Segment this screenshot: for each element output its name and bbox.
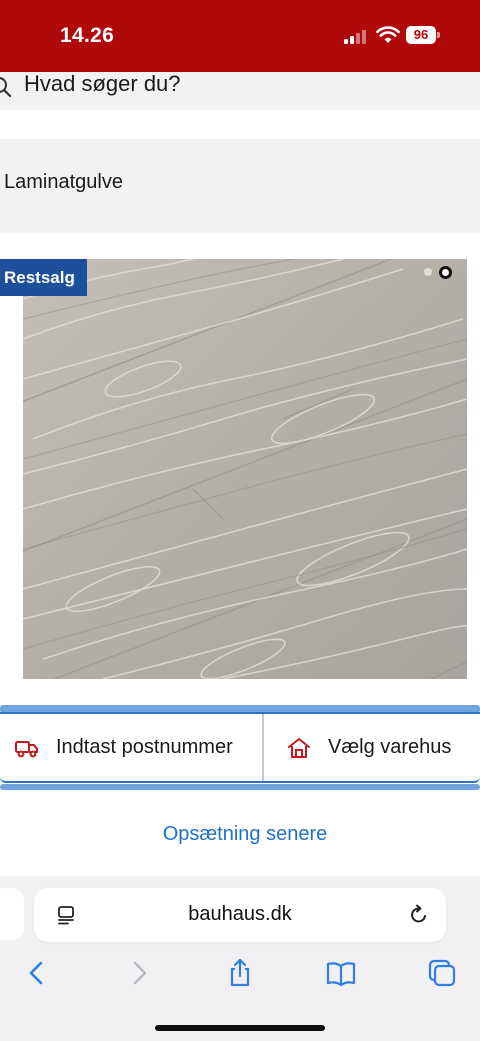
sale-badge: Restsalg bbox=[0, 259, 87, 296]
carousel-dot-1[interactable] bbox=[424, 268, 432, 276]
choose-store-button[interactable]: Vælg varehus bbox=[286, 714, 451, 781]
status-bar: 14.26 96 bbox=[0, 0, 480, 72]
bookmarks-icon[interactable] bbox=[326, 958, 356, 988]
setup-later-link[interactable]: Opsætning senere bbox=[0, 823, 480, 846]
home-indicator[interactable] bbox=[155, 1025, 325, 1031]
options-divider bbox=[262, 714, 264, 781]
delivery-options: Indtast postnummer Vælg varehus bbox=[0, 712, 480, 783]
category-label: Laminatgulve bbox=[4, 171, 123, 193]
back-icon[interactable] bbox=[22, 958, 52, 988]
store-icon bbox=[288, 737, 310, 758]
laminate-floor-photo bbox=[23, 259, 467, 679]
enter-zip-label: Indtast postnummer bbox=[56, 736, 233, 758]
wifi-icon bbox=[376, 26, 400, 43]
product-image[interactable] bbox=[23, 259, 467, 679]
battery-tip bbox=[437, 32, 440, 38]
options-bottom-border bbox=[0, 784, 480, 790]
battery-icon: 96 bbox=[406, 26, 436, 44]
carousel-dot-2-active[interactable] bbox=[439, 266, 452, 279]
share-icon[interactable] bbox=[225, 958, 255, 988]
truck-icon bbox=[15, 740, 38, 757]
address-bar[interactable]: bauhaus.dk bbox=[34, 888, 446, 942]
choose-store-label: Vælg varehus bbox=[328, 736, 452, 758]
search-bar[interactable]: Hvad søger du? bbox=[0, 72, 480, 110]
tabs-icon[interactable] bbox=[427, 958, 457, 988]
forward-icon[interactable] bbox=[124, 958, 154, 988]
previous-tab-preview[interactable] bbox=[0, 888, 24, 940]
enter-zip-button[interactable]: Indtast postnummer bbox=[14, 714, 233, 781]
cellular-signal-icon bbox=[344, 28, 370, 44]
browser-toolbar: bauhaus.dk bbox=[0, 876, 480, 1041]
category-field[interactable]: Laminatgulve bbox=[0, 139, 480, 233]
search-icon bbox=[0, 77, 12, 98]
search-input[interactable]: Hvad søger du? bbox=[24, 72, 181, 96]
reload-icon[interactable] bbox=[408, 904, 430, 926]
status-time: 14.26 bbox=[60, 24, 115, 47]
url-text: bauhaus.dk bbox=[188, 903, 292, 925]
